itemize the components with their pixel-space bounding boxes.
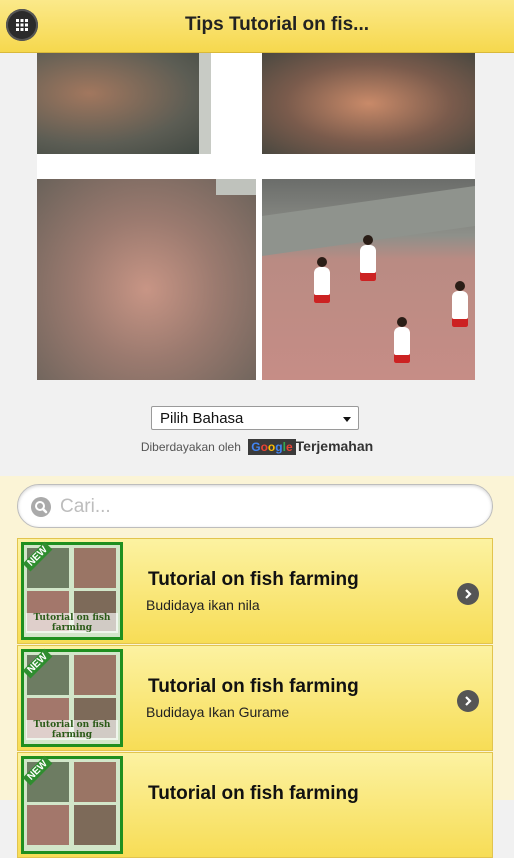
- chevron-right-icon[interactable]: [457, 583, 479, 605]
- list-item[interactable]: NEW Tutorial on fish farming Tutorial on…: [17, 645, 493, 751]
- app-header: Tips Tutorial on fis...: [0, 0, 514, 53]
- app-thumbnail: NEW Tutorial on fish farming: [21, 648, 123, 747]
- grid-menu-icon[interactable]: [6, 9, 38, 41]
- fish-harvest-photo: [262, 179, 475, 380]
- page-title: Tips Tutorial on fis...: [184, 14, 370, 35]
- google-logo[interactable]: Google: [248, 439, 296, 455]
- fish-pond-photo: [262, 53, 475, 154]
- photo-gallery: [37, 53, 475, 380]
- search-bar[interactable]: [17, 484, 493, 528]
- list-item-subtitle: Budidaya ikan nila: [146, 597, 260, 613]
- search-icon: [31, 497, 51, 517]
- language-select-value: Pilih Bahasa: [160, 410, 244, 427]
- google-translate-attribution: Diberdayakan oleh Google Terjemahan: [0, 438, 514, 455]
- thumbnail-caption: Tutorial on fish farming: [26, 613, 118, 633]
- chevron-down-icon: [343, 417, 351, 422]
- list-section: NEW Tutorial on fish farming Tutorial on…: [0, 476, 514, 858]
- translate-label[interactable]: Terjemahan: [296, 438, 374, 454]
- fish-pond-photo: [37, 179, 256, 380]
- article-content: Pilih Bahasa Diberdayakan oleh Google Te…: [0, 53, 514, 476]
- list-item-title: Tutorial on fish farming: [148, 569, 359, 590]
- list-item[interactable]: NEW Tutorial on fish farming Tutorial on…: [17, 538, 493, 644]
- app-thumbnail: NEW Tutorial on fish farming: [21, 541, 123, 640]
- app-thumbnail: NEW: [21, 755, 123, 854]
- chevron-right-icon[interactable]: [457, 690, 479, 712]
- language-select[interactable]: Pilih Bahasa: [151, 406, 359, 430]
- list-item-subtitle: Budidaya Ikan Gurame: [146, 704, 290, 720]
- thumbnail-caption: Tutorial on fish farming: [26, 720, 118, 740]
- fish-pond-photo: [37, 53, 211, 154]
- list-item-title: Tutorial on fish farming: [148, 783, 359, 804]
- list-item-title: Tutorial on fish farming: [148, 676, 359, 697]
- powered-by-label: Diberdayakan oleh: [140, 440, 241, 454]
- list-item[interactable]: NEW Tutorial on fish farming: [17, 752, 493, 858]
- search-input[interactable]: [58, 493, 462, 521]
